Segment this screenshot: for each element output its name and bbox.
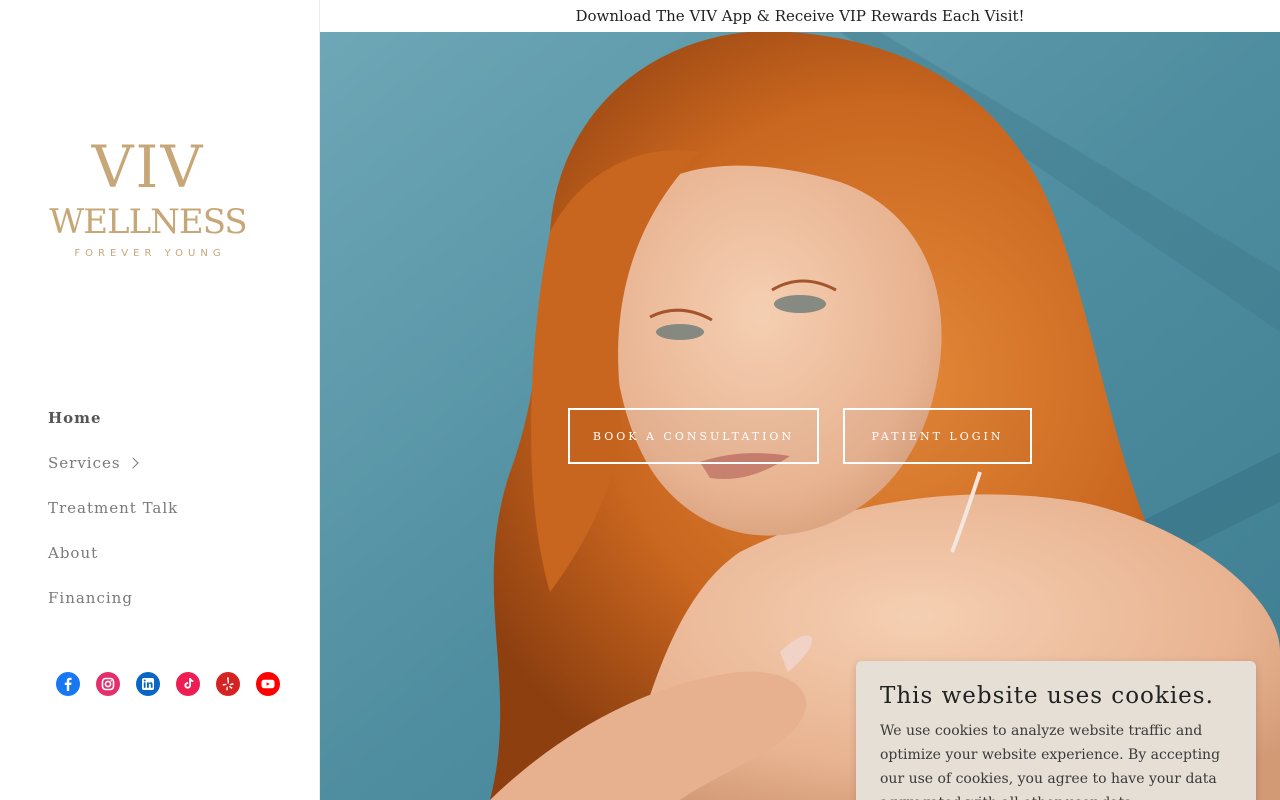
nav-item-about[interactable]: About: [48, 540, 178, 566]
cookie-title: This website uses cookies.: [880, 683, 1214, 709]
cookie-banner: This website uses cookies. We use cookie…: [856, 661, 1256, 800]
book-consultation-button[interactable]: BOOK A CONSULTATION: [568, 408, 819, 464]
yelp-icon[interactable]: [216, 672, 240, 696]
promo-banner-text: Download The VIV App & Receive VIP Rewar…: [575, 7, 1025, 25]
sidebar: VIV WELLNESS FOREVER YOUNG Home Services…: [0, 0, 320, 800]
youtube-icon[interactable]: [256, 672, 280, 696]
facebook-icon[interactable]: [56, 672, 80, 696]
nav-item-label: Home: [48, 409, 102, 427]
chevron-right-icon: [126, 457, 139, 469]
nav-item-label: Services: [48, 454, 121, 472]
nav-item-label: Treatment Talk: [48, 499, 179, 517]
instagram-icon[interactable]: [96, 672, 120, 696]
nav-item-home[interactable]: Home: [48, 405, 178, 431]
tiktok-icon[interactable]: [176, 672, 200, 696]
linkedin-icon[interactable]: [136, 672, 160, 696]
viv-wellness-logo[interactable]: VIV WELLNESS FOREVER YOUNG: [48, 138, 248, 259]
nav-item-services[interactable]: Services: [48, 450, 178, 476]
main-nav: Home Services Treatment Talk About Finan…: [48, 405, 178, 630]
social-links: [56, 672, 280, 696]
logo-wellness-text: WELLNESS: [49, 202, 247, 242]
logo-viv-text: VIV: [91, 133, 205, 201]
nav-item-financing[interactable]: Financing: [48, 585, 178, 611]
nav-item-label: Financing: [48, 589, 133, 607]
patient-login-button[interactable]: PATIENT LOGIN: [843, 408, 1032, 464]
promo-banner[interactable]: Download The VIV App & Receive VIP Rewar…: [320, 0, 1280, 32]
nav-item-label: About: [48, 544, 99, 562]
nav-item-treatment-talk[interactable]: Treatment Talk: [48, 495, 178, 521]
cookie-body: We use cookies to analyze website traffi…: [880, 723, 1221, 800]
logo-tagline: FOREVER YOUNG: [74, 248, 226, 259]
